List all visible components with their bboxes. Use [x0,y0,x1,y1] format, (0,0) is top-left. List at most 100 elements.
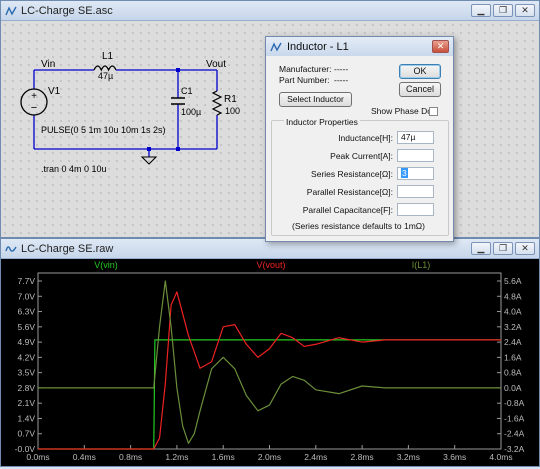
left-tick-label: 4.9V [18,337,36,347]
right-tick-label: -1.6A [504,413,525,423]
x-tick-label: 1.2ms [165,452,188,462]
waveform-icon [5,245,17,252]
right-tick-label: 5.6A [504,276,522,286]
x-tick-label: 0.0ms [26,452,49,462]
group-title: Inductor Properties [284,117,360,127]
wave-minimize-button[interactable]: ▁ [471,242,491,255]
series-line-vvout [38,291,501,450]
svg-text:−: − [31,102,37,114]
left-tick-label: 2.8V [18,383,36,393]
x-tick-label: 1.6ms [212,452,235,462]
inductance-input[interactable]: 47µ [397,131,434,144]
parallel-capacitance-input[interactable] [397,203,434,216]
waveform-window: LC-Charge SE.raw ▁ ❐ ✕ 7.7V 7.0V 6.3V 5.6V 4… [0,238,540,467]
series-resistance-note: (Series resistance defaults to 1mΩ) [292,221,425,231]
left-tick-label: 4.2V [18,352,36,362]
peak-current-input[interactable] [397,149,434,162]
wave-restore-button[interactable]: ❐ [493,242,513,255]
right-tick-label: 0.0A [504,383,522,393]
label-r1: R1 [224,94,237,105]
label-vin: Vin [41,59,55,70]
label-c1-value: 100µ [181,107,201,117]
select-inductor-button[interactable]: Select Inductor [279,92,352,107]
x-tick-label: 0.8ms [119,452,142,462]
dialog-close-button[interactable]: ✕ [432,40,449,53]
svg-text:+: + [31,91,37,102]
left-tick-label: 3.5V [18,368,36,378]
schematic-title: LC-Charge SE.asc [21,4,113,17]
x-tick-label: 2.4ms [304,452,327,462]
x-tick-label: 2.0ms [258,452,281,462]
schematic-titlebar[interactable]: LC-Charge SE.asc ▁ ❐ ✕ [1,1,539,21]
label-l1-value: 47µ [98,71,113,81]
left-tick-label: 0.7V [18,429,36,439]
manufacturer-label: Manufacturer: [279,64,332,74]
right-tick-label: 0.8A [504,368,522,378]
right-tick-label: -0.8A [504,398,525,408]
manufacturer-value: ----- [334,64,349,74]
show-phase-dot-checkbox[interactable] [429,107,438,116]
trace-label: I(L1) [412,260,431,270]
part-number-value: ----- [334,75,349,85]
series-line-vvin [38,339,501,450]
x-tick-label: 2.8ms [351,452,374,462]
label-vout: Vout [206,59,226,70]
x-tick-label: 4.0ms [489,452,512,462]
parallel-resistance-label: Parallel Resistance[Ω]: [306,187,393,197]
left-tick-label: 6.3V [18,307,36,317]
label-l1: L1 [102,51,114,62]
inductor-l1 [93,65,117,72]
series-resistance-value: 3 [401,168,408,178]
x-tick-label: 3.6ms [443,452,466,462]
series-resistance-input[interactable]: 3 [397,167,434,180]
ok-button[interactable]: OK [399,64,441,79]
label-tran: .tran 0 4m 0 10u [41,164,107,174]
right-tick-label: 4.0A [504,307,522,317]
inductance-label: Inductance[H]: [338,133,393,143]
voltage-source-v1: + − [20,88,48,116]
left-tick-label: 7.7V [18,276,36,286]
right-tick-label: -2.4A [504,429,525,439]
cancel-button[interactable]: Cancel [399,82,441,97]
label-v1: V1 [48,86,61,97]
right-tick-label: 3.2A [504,322,522,332]
waveform-plot[interactable]: 7.7V 7.0V 6.3V 5.6V 4.9V 4.2V 3.5V 2.8V 2.1V 1.4V… [1,259,539,466]
schematic-icon [5,5,17,15]
inductor-dialog: Inductor - L1 ✕ Manufacturer: ----- Part… [265,36,454,242]
parallel-capacitance-label: Parallel Capacitance[F]: [302,205,393,215]
waveform-titlebar[interactable]: LC-Charge SE.raw ▁ ❐ ✕ [1,239,539,259]
series-line-il1 [38,280,501,444]
parallel-resistance-input[interactable] [397,185,434,198]
x-tick-label: 0.4ms [73,452,96,462]
dialog-title: Inductor - L1 [287,40,349,53]
label-c1: C1 [181,86,193,96]
right-tick-label: 4.8A [504,291,522,301]
capacitor-c1 [171,97,185,105]
dialog-titlebar[interactable]: Inductor - L1 [266,37,453,56]
waveform-title: LC-Charge SE.raw [21,242,114,255]
series-resistance-label: Series Resistance[Ω]: [311,169,393,179]
left-tick-label: 5.6V [18,322,36,332]
right-tick-label: 1.6A [504,352,522,362]
resistor-r1 [211,90,223,116]
left-tick-label: 7.0V [18,291,36,301]
peak-current-label: Peak Current[A]: [330,151,393,161]
part-number-label: Part Number: [279,75,330,85]
wave-close-button[interactable]: ✕ [515,242,535,255]
ground-symbol [140,156,158,165]
label-r1-value: 100 [225,106,240,116]
minimize-button[interactable]: ▁ [471,4,491,17]
plot-frame [37,272,502,450]
trace-label: V(vin) [94,260,118,270]
x-tick-label: 3.2ms [397,452,420,462]
waveform-chart: 7.7V 7.0V 6.3V 5.6V 4.9V 4.2V 3.5V 2.8V 2.1V 1.4V… [15,260,525,462]
trace-label: V(vout) [256,260,285,270]
restore-button[interactable]: ❐ [493,4,513,17]
dialog-icon [270,41,282,51]
label-pulse: PULSE(0 5 1m 10u 10m 1s 2s) [41,125,166,135]
right-tick-label: 2.4A [504,337,522,347]
show-phase-dot-label: Show Phase Dot [371,106,435,116]
left-tick-label: 2.1V [18,398,36,408]
left-tick-label: 1.4V [18,413,36,423]
close-button[interactable]: ✕ [515,4,535,17]
